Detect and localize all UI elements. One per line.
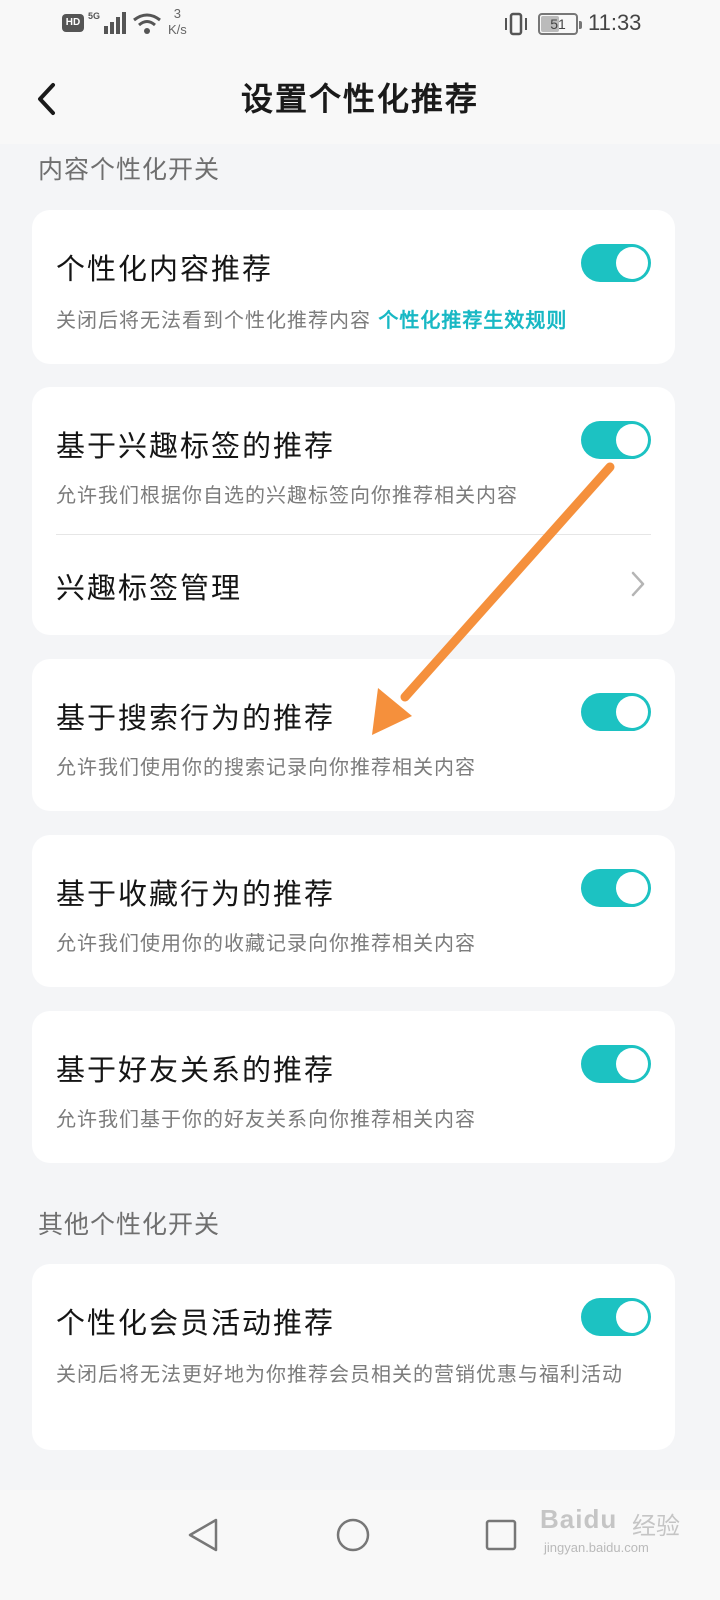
card-personalized-content: 个性化内容推荐 关闭后将无法看到个性化推荐内容 个性化推荐生效规则 [32, 210, 675, 364]
rules-link[interactable]: 个性化推荐生效规则 [378, 308, 567, 332]
card-member-activity: 个性化会员活动推荐 关闭后将无法更好地为你推荐会员相关的营销优惠与福利活动 [32, 1264, 675, 1450]
network-type: 5G [88, 11, 100, 21]
nav-recents-button[interactable] [476, 1510, 526, 1560]
battery-level: 51 [550, 16, 566, 32]
battery-icon: 51 [538, 13, 582, 35]
cellular-signal-icon: 5G [88, 11, 126, 34]
nav-home-button[interactable] [328, 1510, 378, 1560]
watermark-logo: Baidu [540, 1504, 618, 1534]
setting-title: 基于兴趣标签的推荐 [56, 429, 336, 463]
setting-description: 允许我们使用你的搜索记录向你推荐相关内容 [56, 755, 476, 779]
nav-back-button[interactable] [178, 1510, 228, 1560]
setting-title: 基于搜索行为的推荐 [56, 701, 336, 735]
baidu-jingyan-watermark: Baidu 经验 jingyan.baidu.com [540, 1500, 700, 1560]
back-triangle-icon [188, 1518, 218, 1552]
wifi-icon [133, 13, 161, 34]
search-behavior-toggle[interactable] [581, 693, 651, 731]
recents-square-icon [485, 1519, 517, 1551]
setting-title: 基于收藏行为的推荐 [56, 877, 336, 911]
setting-description: 允许我们基于你的好友关系向你推荐相关内容 [56, 1107, 476, 1131]
network-speed: 3 K/s [168, 6, 187, 37]
vibrate-icon [505, 12, 527, 36]
setting-title: 个性化内容推荐 [56, 252, 274, 286]
manage-tags-label: 兴趣标签管理 [56, 571, 243, 605]
watermark-url: jingyan.baidu.com [544, 1540, 649, 1555]
card-friend-relations: 基于好友关系的推荐 允许我们基于你的好友关系向你推荐相关内容 [32, 1011, 675, 1163]
section-label-content: 内容个性化开关 [38, 155, 221, 184]
member-activity-toggle[interactable] [581, 1298, 651, 1336]
app-header: 设置个性化推荐 [0, 56, 720, 144]
status-bar: HD 5G 3 K/s 51 11:33 [0, 0, 720, 56]
card-search-behavior: 基于搜索行为的推荐 允许我们使用你的搜索记录向你推荐相关内容 [32, 659, 675, 811]
watermark-logo-cn: 经验 [632, 1513, 680, 1540]
clock: 11:33 [588, 10, 642, 35]
hd-badge: HD [62, 14, 84, 32]
setting-title: 个性化会员活动推荐 [56, 1306, 336, 1340]
interest-tags-toggle[interactable] [581, 421, 651, 459]
home-circle-icon [336, 1518, 370, 1552]
card-interest-tags: 基于兴趣标签的推荐 允许我们根据你自选的兴趣标签向你推荐相关内容 兴趣标签管理 [32, 387, 675, 635]
setting-description: 关闭后将无法更好地为你推荐会员相关的营销优惠与福利活动 [56, 1362, 623, 1386]
page-title: 设置个性化推荐 [240, 80, 479, 118]
section-label-other: 其他个性化开关 [38, 1210, 221, 1239]
personalized-content-toggle[interactable] [581, 244, 651, 282]
setting-description: 允许我们根据你自选的兴趣标签向你推荐相关内容 [56, 483, 518, 507]
setting-title: 基于好友关系的推荐 [56, 1053, 336, 1087]
friend-relations-toggle[interactable] [581, 1045, 651, 1083]
setting-description: 关闭后将无法看到个性化推荐内容 个性化推荐生效规则 [56, 308, 568, 332]
card-favorites-behavior: 基于收藏行为的推荐 允许我们使用你的收藏记录向你推荐相关内容 [32, 835, 675, 987]
chevron-right-icon [631, 571, 645, 597]
favorites-behavior-toggle[interactable] [581, 869, 651, 907]
setting-description: 允许我们使用你的收藏记录向你推荐相关内容 [56, 931, 476, 955]
interest-tags-manage-row[interactable]: 兴趣标签管理 [32, 535, 675, 635]
